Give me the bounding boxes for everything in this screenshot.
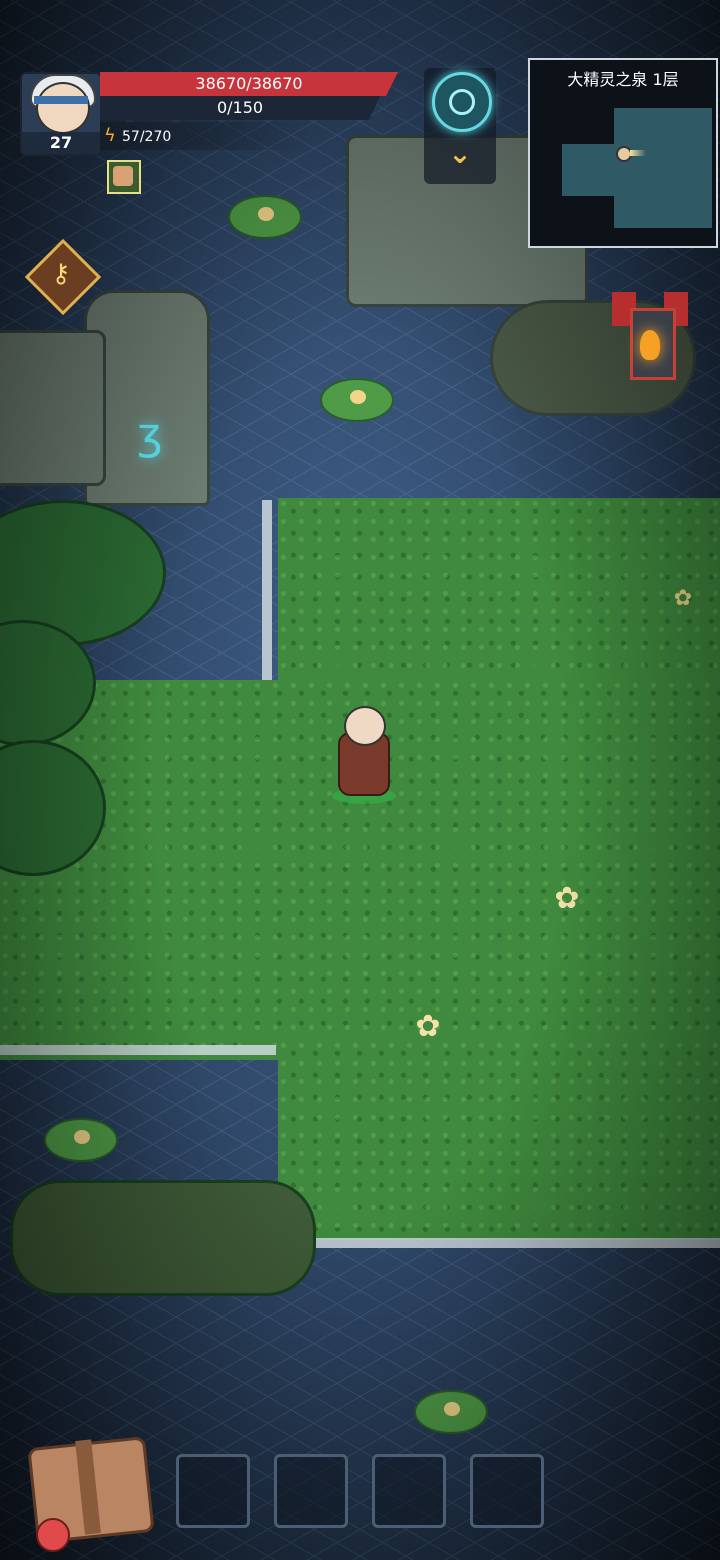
lily-pad	[320, 378, 394, 422]
minimap-room	[614, 108, 712, 228]
shore-edge	[0, 1045, 276, 1055]
minimap-room	[562, 144, 616, 196]
grass-area-upper	[278, 498, 720, 698]
shore-edge	[262, 500, 272, 680]
quick-slot-2[interactable]	[274, 1454, 348, 1528]
flower-pickup[interactable]: ✿	[413, 1012, 443, 1042]
flower-pickup[interactable]: ✿	[552, 884, 582, 914]
hp-bar: 38670/38670	[100, 72, 398, 96]
portal-button[interactable]: ⌄	[424, 68, 496, 184]
portal-icon	[432, 72, 492, 132]
quick-slot-3[interactable]	[372, 1454, 446, 1528]
flower-decoration: ✿	[673, 586, 693, 611]
grass-area-lower	[278, 1040, 720, 1240]
mp-bar: 0/150	[100, 96, 380, 120]
avatar-headband	[34, 96, 88, 104]
glowing-rune: ʒ	[137, 409, 163, 460]
lantern-flame	[640, 330, 660, 360]
avatar-face	[36, 82, 90, 134]
chevron-down-icon: ⌄	[448, 137, 472, 170]
buff-glyph	[113, 166, 133, 186]
fallen-log	[10, 1180, 316, 1296]
strength-buff-icon[interactable]	[107, 160, 141, 194]
lily-pad	[414, 1390, 488, 1434]
lightning-icon: ϟ	[104, 125, 116, 146]
player-character[interactable]	[318, 702, 410, 806]
hero-avatar[interactable]: 27	[20, 72, 102, 156]
key-icon: ⚷	[51, 259, 71, 289]
player-head	[344, 706, 386, 746]
energy-value: 57/270	[122, 129, 172, 145]
potion-icon	[36, 1518, 70, 1552]
minimap-view-cone	[630, 150, 646, 156]
quick-slot-4[interactable]	[470, 1454, 544, 1528]
lily-pad	[228, 195, 302, 239]
minimap[interactable]: 大精灵之泉 1层	[528, 58, 718, 248]
ruin-wall-left	[0, 330, 106, 486]
shore-edge	[272, 1238, 720, 1248]
minimap-title: 大精灵之泉 1层	[567, 70, 679, 89]
quick-slot-1[interactable]	[176, 1454, 250, 1528]
backpack-button[interactable]	[22, 1430, 155, 1552]
lily-pad	[44, 1118, 118, 1162]
lantern-icon[interactable]	[612, 282, 688, 386]
hero-level: 27	[22, 132, 100, 154]
